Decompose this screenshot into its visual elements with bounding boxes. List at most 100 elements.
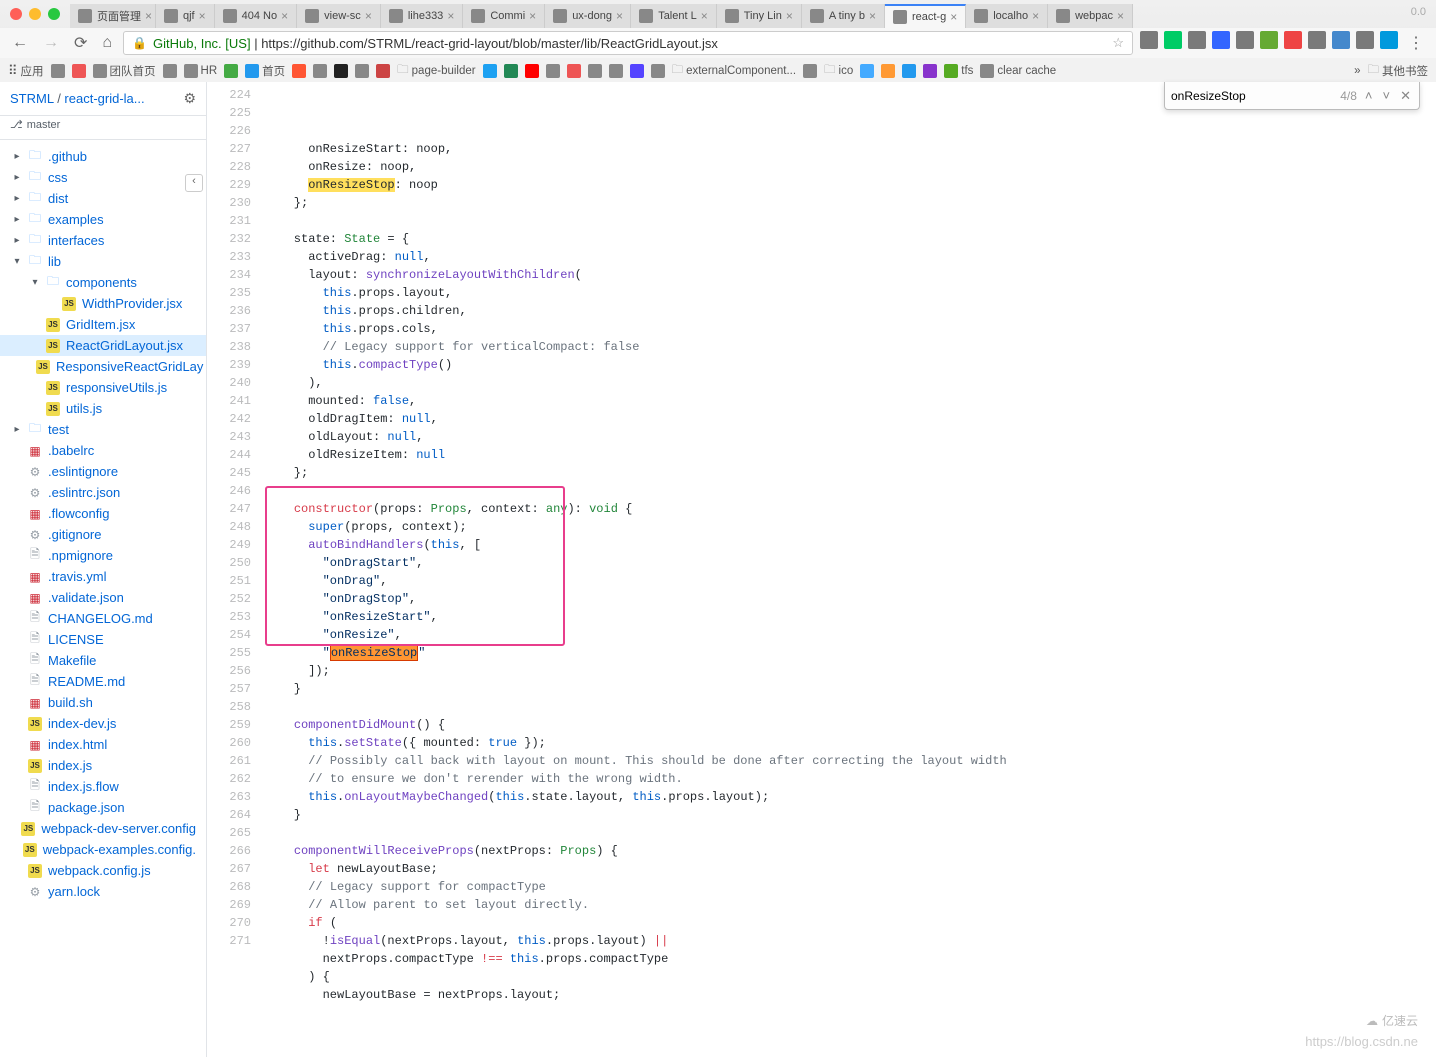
code-line[interactable]: // Legacy support for compactType xyxy=(265,878,1436,896)
bookmark-folder[interactable]: 🗀ico xyxy=(824,62,853,81)
tab-close-icon[interactable]: × xyxy=(529,9,536,23)
bookmark-item[interactable] xyxy=(51,64,65,78)
ext-icon[interactable] xyxy=(1356,31,1374,49)
browser-tab[interactable]: Tiny Lin× xyxy=(717,4,802,28)
code-line[interactable]: this.onLayoutMaybeChanged(this.state.lay… xyxy=(265,788,1436,806)
bookmark-item[interactable] xyxy=(588,64,602,78)
tab-close-icon[interactable]: × xyxy=(365,9,372,23)
bookmark-item[interactable] xyxy=(546,64,560,78)
code-line[interactable]: newLayoutBase = nextProps.layout; xyxy=(265,986,1436,1004)
tree-item[interactable]: ▾🗀components xyxy=(0,272,206,293)
line-number[interactable]: 258 xyxy=(207,698,251,716)
line-number[interactable]: 261 xyxy=(207,752,251,770)
code-line[interactable]: this.setState({ mounted: true }); xyxy=(265,734,1436,752)
line-number[interactable]: 237 xyxy=(207,320,251,338)
bookmark-item[interactable] xyxy=(860,64,874,78)
code-line[interactable]: }; xyxy=(265,464,1436,482)
browser-tab[interactable]: Commi× xyxy=(463,4,545,28)
tree-item[interactable]: 🗎.npmignore xyxy=(0,545,206,566)
tree-item[interactable]: ⚙.eslintignore xyxy=(0,461,206,482)
line-number[interactable]: 268 xyxy=(207,878,251,896)
line-number[interactable]: 243 xyxy=(207,428,251,446)
tab-close-icon[interactable]: × xyxy=(281,9,288,23)
code-line[interactable]: this.compactType() xyxy=(265,356,1436,374)
code-line[interactable]: "onResizeStop" xyxy=(265,644,1436,662)
tree-item[interactable]: JSGridItem.jsx xyxy=(0,314,206,335)
code-line[interactable]: mounted: false, xyxy=(265,392,1436,410)
tree-file-selected[interactable]: JSReactGridLayout.jsx xyxy=(0,335,206,356)
code-line[interactable]: componentDidMount() { xyxy=(265,716,1436,734)
bookmark-item[interactable] xyxy=(504,64,518,78)
code-line[interactable]: onResize: noop, xyxy=(265,158,1436,176)
ext-icon[interactable] xyxy=(1188,31,1206,49)
line-number[interactable]: 230 xyxy=(207,194,251,212)
line-number[interactable]: 231 xyxy=(207,212,251,230)
bookmark-item[interactable] xyxy=(651,64,665,78)
line-number[interactable]: 225 xyxy=(207,104,251,122)
browser-tab[interactable]: qjf× xyxy=(156,4,215,28)
browser-tab[interactable]: lihe333× xyxy=(381,4,464,28)
code-line[interactable]: if ( xyxy=(265,914,1436,932)
code-line[interactable]: !isEqual(nextProps.layout, this.props.la… xyxy=(265,932,1436,950)
code-line[interactable] xyxy=(265,698,1436,716)
line-number[interactable]: 233 xyxy=(207,248,251,266)
code-line[interactable]: "onDragStop", xyxy=(265,590,1436,608)
line-number[interactable]: 247 xyxy=(207,500,251,518)
tree-item[interactable]: JSResponsiveReactGridLay xyxy=(0,356,206,377)
tree-item[interactable]: ▸🗀test xyxy=(0,419,206,440)
tree-item[interactable]: JSwebpack-examples.config. xyxy=(0,839,206,860)
omnibox[interactable]: 🔒 GitHub, Inc. [US] | https://github.com… xyxy=(123,31,1133,55)
line-number[interactable]: 264 xyxy=(207,806,251,824)
other-bookmarks-folder[interactable]: 🗀其他书签 xyxy=(1368,62,1429,81)
browser-tab[interactable]: 页面管理× xyxy=(70,4,156,28)
code-line[interactable]: layout: synchronizeLayoutWithChildren( xyxy=(265,266,1436,284)
line-number[interactable]: 257 xyxy=(207,680,251,698)
line-number[interactable]: 267 xyxy=(207,860,251,878)
code-line[interactable]: constructor(props: Props, context: any):… xyxy=(265,500,1436,518)
code-line[interactable]: onResizeStop: noop xyxy=(265,176,1436,194)
tree-item[interactable]: 🗎Makefile xyxy=(0,650,206,671)
bookmark-item[interactable] xyxy=(313,64,327,78)
line-number[interactable]: 263 xyxy=(207,788,251,806)
ext-icon[interactable] xyxy=(1260,31,1278,49)
code-line[interactable]: "onDragStart", xyxy=(265,554,1436,572)
branch-selector[interactable]: ⎇ master xyxy=(0,116,206,140)
bookmark-folder[interactable]: 🗀externalComponent... xyxy=(672,62,796,81)
line-number[interactable]: 271 xyxy=(207,932,251,950)
tab-close-icon[interactable]: × xyxy=(869,9,876,23)
line-number[interactable]: 242 xyxy=(207,410,251,428)
line-number[interactable]: 238 xyxy=(207,338,251,356)
line-number[interactable]: 265 xyxy=(207,824,251,842)
bookmark-item[interactable] xyxy=(923,64,937,78)
tree-item[interactable]: JSindex-dev.js xyxy=(0,713,206,734)
bookmark-item[interactable] xyxy=(881,64,895,78)
tree-item[interactable]: JSwebpack.config.js xyxy=(0,860,206,881)
repo-breadcrumbs[interactable]: STRML / react-grid-la... xyxy=(10,91,145,106)
code-line[interactable]: componentWillReceiveProps(nextProps: Pro… xyxy=(265,842,1436,860)
bookmark-item[interactable] xyxy=(567,64,581,78)
maximize-window-icon[interactable] xyxy=(48,8,60,20)
bookmark-item[interactable] xyxy=(334,64,348,78)
bookmark-item[interactable] xyxy=(224,64,238,78)
tree-item[interactable]: JSwebpack-dev-server.config xyxy=(0,818,206,839)
ext-icon[interactable] xyxy=(1212,31,1230,49)
code-line[interactable]: ) { xyxy=(265,968,1436,986)
tree-item[interactable]: 🗎README.md xyxy=(0,671,206,692)
line-number[interactable]: 227 xyxy=(207,140,251,158)
code-line[interactable]: "onResize", xyxy=(265,626,1436,644)
bookmark-item[interactable] xyxy=(292,64,306,78)
code-line[interactable]: } xyxy=(265,806,1436,824)
line-number[interactable]: 252 xyxy=(207,590,251,608)
line-number[interactable]: 228 xyxy=(207,158,251,176)
line-number[interactable]: 244 xyxy=(207,446,251,464)
line-number[interactable]: 226 xyxy=(207,122,251,140)
tree-item[interactable]: JSindex.js xyxy=(0,755,206,776)
tree-item[interactable]: ▸🗀css xyxy=(0,167,206,188)
line-number[interactable]: 262 xyxy=(207,770,251,788)
code-line[interactable]: this.props.layout, xyxy=(265,284,1436,302)
code-line[interactable]: this.props.children, xyxy=(265,302,1436,320)
bookmark-folder[interactable]: 🗀page-builder xyxy=(397,62,475,81)
tab-close-icon[interactable]: × xyxy=(1032,9,1039,23)
ext-icon[interactable] xyxy=(1164,31,1182,49)
browser-tab[interactable]: react-g× xyxy=(885,4,966,28)
